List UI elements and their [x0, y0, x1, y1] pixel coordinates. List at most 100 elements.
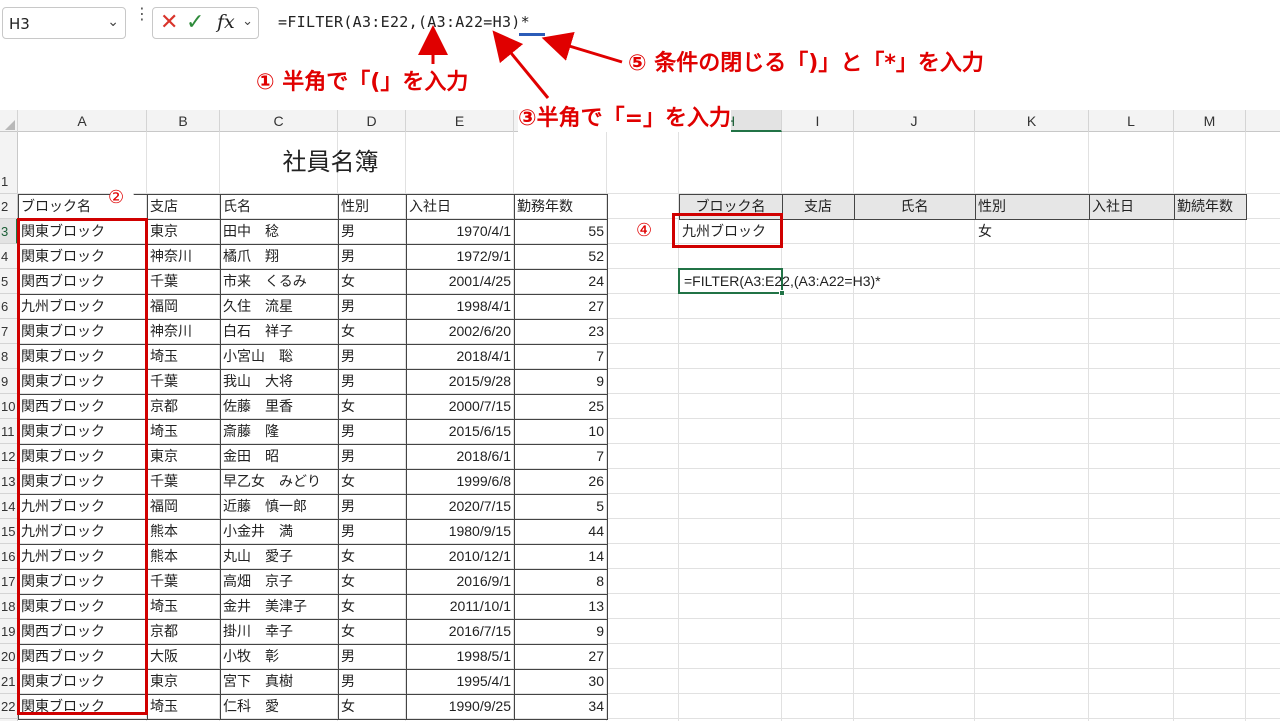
row-header[interactable]: 15 [0, 519, 18, 544]
table-cell[interactable]: 熊本 [147, 519, 220, 543]
table-cell[interactable]: 25 [514, 394, 607, 418]
table-cell[interactable]: 9 [514, 369, 607, 393]
table-cell[interactable]: 男 [338, 244, 406, 268]
table-cell[interactable]: 10 [514, 419, 607, 443]
table-cell[interactable]: 2016/7/15 [406, 619, 514, 643]
table-cell[interactable]: 女 [338, 694, 406, 718]
column-header-c[interactable]: C [220, 110, 338, 132]
table-cell[interactable]: 44 [514, 519, 607, 543]
table-header-cell[interactable]: ブロック名 [18, 194, 147, 218]
table-cell[interactable]: 女 [338, 594, 406, 618]
table-cell[interactable]: 52 [514, 244, 607, 268]
table-cell[interactable]: 男 [338, 369, 406, 393]
table-cell[interactable]: 2010/12/1 [406, 544, 514, 568]
table-cell[interactable]: 女 [338, 394, 406, 418]
table-cell[interactable]: 千葉 [147, 569, 220, 593]
table-cell[interactable]: 男 [338, 644, 406, 668]
filter-header-cell[interactable]: 氏名 [854, 194, 975, 218]
table-cell[interactable]: 福岡 [147, 294, 220, 318]
table-header-cell[interactable]: 勤務年数 [514, 194, 607, 218]
table-cell[interactable]: 男 [338, 519, 406, 543]
filter-header-cell[interactable]: 入社日 [1089, 194, 1174, 218]
chevron-down-icon[interactable]: ⌄ [107, 14, 119, 30]
sheet-title[interactable]: 社員名簿 [147, 142, 514, 177]
row-header[interactable]: 2 [0, 194, 18, 219]
table-cell[interactable]: 宮下 真樹 [220, 669, 338, 693]
table-cell[interactable]: 男 [338, 294, 406, 318]
row-header[interactable]: 16 [0, 544, 18, 569]
column-header-b[interactable]: B [147, 110, 220, 132]
table-cell[interactable]: 1999/6/8 [406, 469, 514, 493]
table-cell[interactable]: 2011/10/1 [406, 594, 514, 618]
table-cell[interactable]: 千葉 [147, 269, 220, 293]
table-cell[interactable]: 佐藤 里香 [220, 394, 338, 418]
table-cell[interactable]: 福岡 [147, 494, 220, 518]
row-header[interactable]: 18 [0, 594, 18, 619]
table-cell[interactable]: 30 [514, 669, 607, 693]
column-header-a[interactable]: A [18, 110, 147, 132]
table-cell[interactable]: 女 [338, 469, 406, 493]
table-cell[interactable]: 白石 祥子 [220, 319, 338, 343]
table-cell[interactable]: 女 [338, 619, 406, 643]
table-cell[interactable]: 斎藤 隆 [220, 419, 338, 443]
table-cell[interactable]: 34 [514, 694, 607, 718]
table-cell[interactable]: 14 [514, 544, 607, 568]
cancel-icon[interactable]: ✕ [160, 10, 178, 35]
table-cell[interactable]: 13 [514, 594, 607, 618]
column-header-j[interactable]: J [854, 110, 975, 132]
table-cell[interactable]: 26 [514, 469, 607, 493]
column-header-i[interactable]: I [782, 110, 854, 132]
column-header-l[interactable]: L [1089, 110, 1174, 132]
formula-input[interactable]: =FILTER(A3:E22,(A3:A22=H3)* [278, 13, 530, 31]
table-cell[interactable]: 東京 [147, 219, 220, 243]
table-cell[interactable]: 1998/5/1 [406, 644, 514, 668]
table-header-cell[interactable]: 氏名 [220, 194, 338, 218]
table-cell[interactable]: 大阪 [147, 644, 220, 668]
table-cell[interactable]: 我山 大将 [220, 369, 338, 393]
row-header[interactable]: 11 [0, 419, 18, 444]
row-header[interactable]: 7 [0, 319, 18, 344]
table-cell[interactable]: 男 [338, 344, 406, 368]
table-cell[interactable]: 2015/6/15 [406, 419, 514, 443]
row-header[interactable]: 4 [0, 244, 18, 269]
filter-header-cell[interactable]: 勤続年数 [1174, 194, 1246, 218]
table-cell[interactable]: 市来 くるみ [220, 269, 338, 293]
table-cell[interactable]: 掛川 幸子 [220, 619, 338, 643]
table-cell[interactable]: 小金井 満 [220, 519, 338, 543]
more-options-icon[interactable]: ⋮ [134, 6, 150, 22]
table-cell[interactable]: 小牧 彰 [220, 644, 338, 668]
row-header[interactable]: 3 [0, 219, 18, 244]
row-header[interactable]: 12 [0, 444, 18, 469]
table-cell[interactable]: 2020/7/15 [406, 494, 514, 518]
table-cell[interactable]: 2001/4/25 [406, 269, 514, 293]
table-cell[interactable]: 5 [514, 494, 607, 518]
table-cell[interactable]: 久住 流星 [220, 294, 338, 318]
table-cell[interactable]: 金井 美津子 [220, 594, 338, 618]
table-cell[interactable]: 1980/9/15 [406, 519, 514, 543]
table-cell[interactable]: 2018/6/1 [406, 444, 514, 468]
row-header[interactable]: 1 [0, 132, 18, 194]
table-cell[interactable]: 埼玉 [147, 694, 220, 718]
row-header[interactable]: 10 [0, 394, 18, 419]
table-cell[interactable]: 東京 [147, 669, 220, 693]
table-cell[interactable]: 女 [338, 544, 406, 568]
table-cell[interactable]: 男 [338, 669, 406, 693]
table-cell[interactable]: 1970/4/1 [406, 219, 514, 243]
row-header[interactable]: 8 [0, 344, 18, 369]
table-cell[interactable]: 東京 [147, 444, 220, 468]
table-cell[interactable]: 1995/4/1 [406, 669, 514, 693]
select-all-button[interactable] [0, 110, 18, 132]
table-cell[interactable]: 神奈川 [147, 319, 220, 343]
table-cell[interactable]: 金田 昭 [220, 444, 338, 468]
table-cell[interactable]: 男 [338, 494, 406, 518]
table-cell[interactable]: 千葉 [147, 369, 220, 393]
insert-function-button[interactable]: fx [217, 11, 235, 33]
table-cell[interactable]: 27 [514, 294, 607, 318]
table-cell[interactable]: 1990/9/25 [406, 694, 514, 718]
table-cell[interactable]: 8 [514, 569, 607, 593]
row-header[interactable]: 17 [0, 569, 18, 594]
table-cell[interactable]: 埼玉 [147, 344, 220, 368]
enter-icon[interactable]: ✓ [186, 10, 204, 35]
table-cell[interactable]: 近藤 慎一郎 [220, 494, 338, 518]
table-cell[interactable]: 男 [338, 419, 406, 443]
